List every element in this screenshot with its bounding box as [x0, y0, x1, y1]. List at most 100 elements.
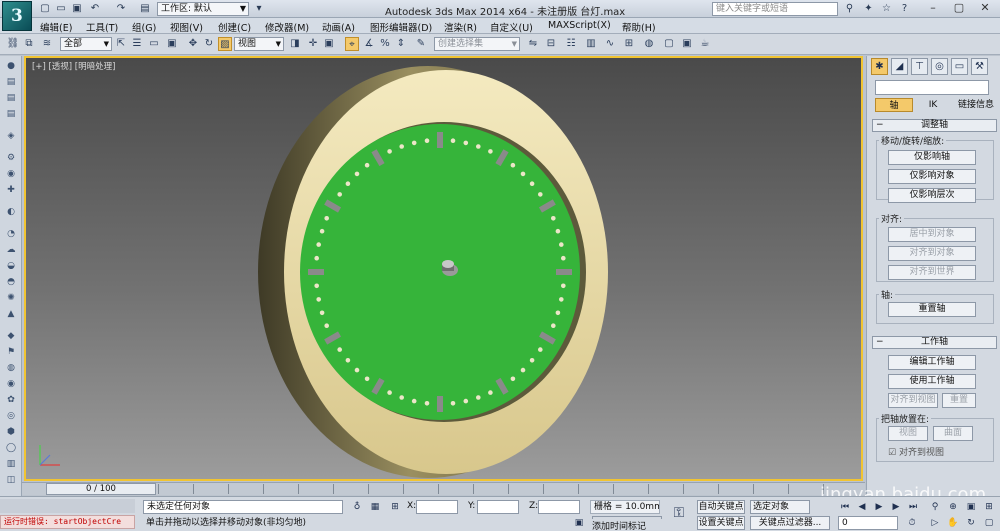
menu-rendering[interactable]: 渲染(R) — [444, 20, 477, 34]
previous-frame-icon[interactable]: ◀ — [855, 500, 869, 514]
lb-tool-1-icon[interactable]: ● — [4, 60, 18, 72]
help-icon[interactable]: ? — [898, 2, 911, 15]
lb-tool-22-icon[interactable]: ⬢ — [4, 426, 18, 438]
rect-region-icon[interactable]: ▭ — [147, 37, 161, 51]
lb-tool-20-icon[interactable]: ✿ — [4, 394, 18, 406]
link-icon[interactable]: ⛓ — [6, 37, 20, 51]
z-coordinate-field[interactable] — [538, 500, 580, 514]
menu-modifiers[interactable]: 修改器(M) — [265, 20, 309, 34]
affect-object-only-button[interactable]: 仅影响对象 — [888, 169, 976, 184]
zoom-icon[interactable]: ⚲ — [928, 500, 942, 514]
key-icon[interactable]: ⚿ — [672, 506, 686, 520]
time-config-icon[interactable]: ⏱ — [905, 516, 919, 530]
edit-working-pivot-button[interactable]: 编辑工作轴 — [888, 355, 976, 370]
reset-pivot-button[interactable]: 重置轴 — [888, 302, 976, 317]
lb-tool-14-icon[interactable]: ✺ — [4, 292, 18, 304]
lb-tool-13-icon[interactable]: ◓ — [4, 276, 18, 288]
spinner-snap-icon[interactable]: ⇕ — [394, 37, 408, 51]
lb-tool-3-icon[interactable]: ▤ — [4, 92, 18, 104]
affect-hierarchy-only-button[interactable]: 仅影响层次 — [888, 188, 976, 203]
select-manipulate-icon[interactable]: ✛ — [306, 37, 320, 51]
unlink-icon[interactable]: ⧉ — [22, 37, 36, 51]
lb-tool-5-icon[interactable]: ◈ — [4, 130, 18, 142]
percent-snap-icon[interactable]: % — [378, 37, 392, 51]
perspective-viewport[interactable]: [+] [透视] [明暗处理] — [24, 56, 863, 481]
hierarchy-tab-icon[interactable]: ⊤ — [911, 58, 928, 75]
redo-icon[interactable]: ↷ — [114, 2, 128, 15]
angle-snap-icon[interactable]: ∡ — [362, 37, 376, 51]
adjust-pivot-rollout[interactable]: − 调整轴 — [872, 119, 997, 132]
open-file-icon[interactable]: ▭ — [54, 2, 68, 15]
auto-key-button[interactable]: 自动关键点 — [697, 500, 745, 514]
lb-tool-15-icon[interactable]: ▲ — [4, 308, 18, 320]
material-editor-icon[interactable]: ◍ — [642, 37, 656, 51]
schematic-view-icon[interactable]: ⊞ — [622, 37, 636, 51]
lb-tool-24-icon[interactable]: ▥ — [4, 458, 18, 470]
menu-help[interactable]: 帮助(H) — [622, 20, 656, 34]
align-to-view-checkbox[interactable]: ☑ 对齐到视图 — [888, 445, 944, 458]
lb-tool-16-icon[interactable]: ◆ — [4, 330, 18, 342]
lb-tool-11-icon[interactable]: ☁ — [4, 244, 18, 256]
exchange-icon[interactable]: ✦ — [862, 2, 875, 15]
play-icon[interactable]: ▶ — [872, 500, 886, 514]
lb-tool-9-icon[interactable]: ◐ — [4, 206, 18, 218]
reference-coord-dropdown[interactable]: 视图 ▼ — [234, 37, 284, 51]
lock-selection-icon[interactable]: ♁ — [350, 500, 364, 514]
align-to-object-button[interactable]: 对齐到对象 — [888, 246, 976, 261]
lb-tool-10-icon[interactable]: ◔ — [4, 228, 18, 240]
display-tab-icon[interactable]: ▭ — [951, 58, 968, 75]
place-view-button[interactable]: 视图 — [888, 426, 928, 441]
keyboard-shortcut-icon[interactable]: ▣ — [322, 37, 336, 51]
save-icon[interactable]: ▣ — [70, 2, 84, 15]
tab-pivot[interactable]: 轴 — [875, 98, 913, 112]
modify-tab-icon[interactable]: ◢ — [891, 58, 908, 75]
maximize-button[interactable]: ▢ — [946, 0, 972, 16]
menu-maxscript[interactable]: MAXScript(X) — [548, 20, 611, 31]
workspace-dropdown[interactable]: 工作区: 默认 ▼ — [157, 2, 249, 16]
snaps-toggle-icon[interactable]: ⌖ — [345, 37, 359, 51]
field-of-view-icon[interactable]: ▷ — [928, 516, 942, 530]
use-working-pivot-button[interactable]: 使用工作轴 — [888, 374, 976, 389]
window-crossing-icon[interactable]: ▣ — [165, 37, 179, 51]
next-frame-icon[interactable]: ▶ — [889, 500, 903, 514]
align-to-world-button[interactable]: 对齐到世界 — [888, 265, 976, 280]
zoom-extents-all-icon[interactable]: ⊞ — [982, 500, 996, 514]
lb-tool-17-icon[interactable]: ⚑ — [4, 346, 18, 358]
maxscript-error-field[interactable]: 运行时错误: startObjectCre — [0, 515, 135, 529]
working-pivot-rollout[interactable]: − 工作轴 — [872, 336, 997, 349]
time-slider[interactable]: 0 / 100 — [46, 483, 156, 495]
object-name-field[interactable] — [875, 80, 989, 95]
maxscript-listener-area[interactable] — [0, 499, 135, 513]
curve-editor-icon[interactable]: ∿ — [603, 37, 617, 51]
x-coordinate-field[interactable] — [416, 500, 458, 514]
move-icon[interactable]: ✥ — [186, 37, 200, 51]
affect-pivot-only-button[interactable]: 仅影响轴 — [888, 150, 976, 165]
lb-tool-23-icon[interactable]: ◯ — [4, 442, 18, 454]
select-by-name-icon[interactable]: ☰ — [130, 37, 144, 51]
y-coordinate-field[interactable] — [477, 500, 519, 514]
toolbar-menu-icon[interactable]: ▾ — [252, 2, 266, 15]
render-setup-icon[interactable]: ▢ — [662, 37, 676, 51]
go-to-end-icon[interactable]: ⏭ — [906, 500, 920, 514]
pan-icon[interactable]: ✋ — [946, 516, 960, 530]
menu-views[interactable]: 视图(V) — [170, 20, 203, 34]
motion-tab-icon[interactable]: ◎ — [931, 58, 948, 75]
select-object-icon[interactable]: ⇱ — [114, 37, 128, 51]
lb-tool-25-icon[interactable]: ◫ — [4, 474, 18, 486]
project-folder-icon[interactable]: ▤ — [138, 2, 152, 15]
menu-customize[interactable]: 自定义(U) — [490, 20, 533, 34]
app-menu-button[interactable]: 3 — [2, 1, 32, 31]
track-bar[interactable] — [158, 484, 858, 494]
render-production-icon[interactable]: ☕ — [698, 37, 712, 51]
go-to-start-icon[interactable]: ⏮ — [838, 500, 852, 514]
layer-manager-icon[interactable]: ☷ — [564, 37, 578, 51]
current-frame-field[interactable]: 0 — [838, 516, 898, 530]
named-selection-set-dropdown[interactable]: 创建选择集 ▼ — [434, 37, 520, 51]
align-to-view-button[interactable]: 对齐到视图 — [888, 393, 938, 408]
zoom-extents-icon[interactable]: ▣ — [964, 500, 978, 514]
set-key-button[interactable]: 设置关键点 — [697, 516, 745, 530]
search-input[interactable]: 键入关键字或短语 — [712, 2, 838, 16]
zoom-all-icon[interactable]: ⊕ — [946, 500, 960, 514]
binoculars-icon[interactable]: ⚲ — [843, 2, 856, 15]
minimize-button[interactable]: – — [920, 0, 946, 16]
